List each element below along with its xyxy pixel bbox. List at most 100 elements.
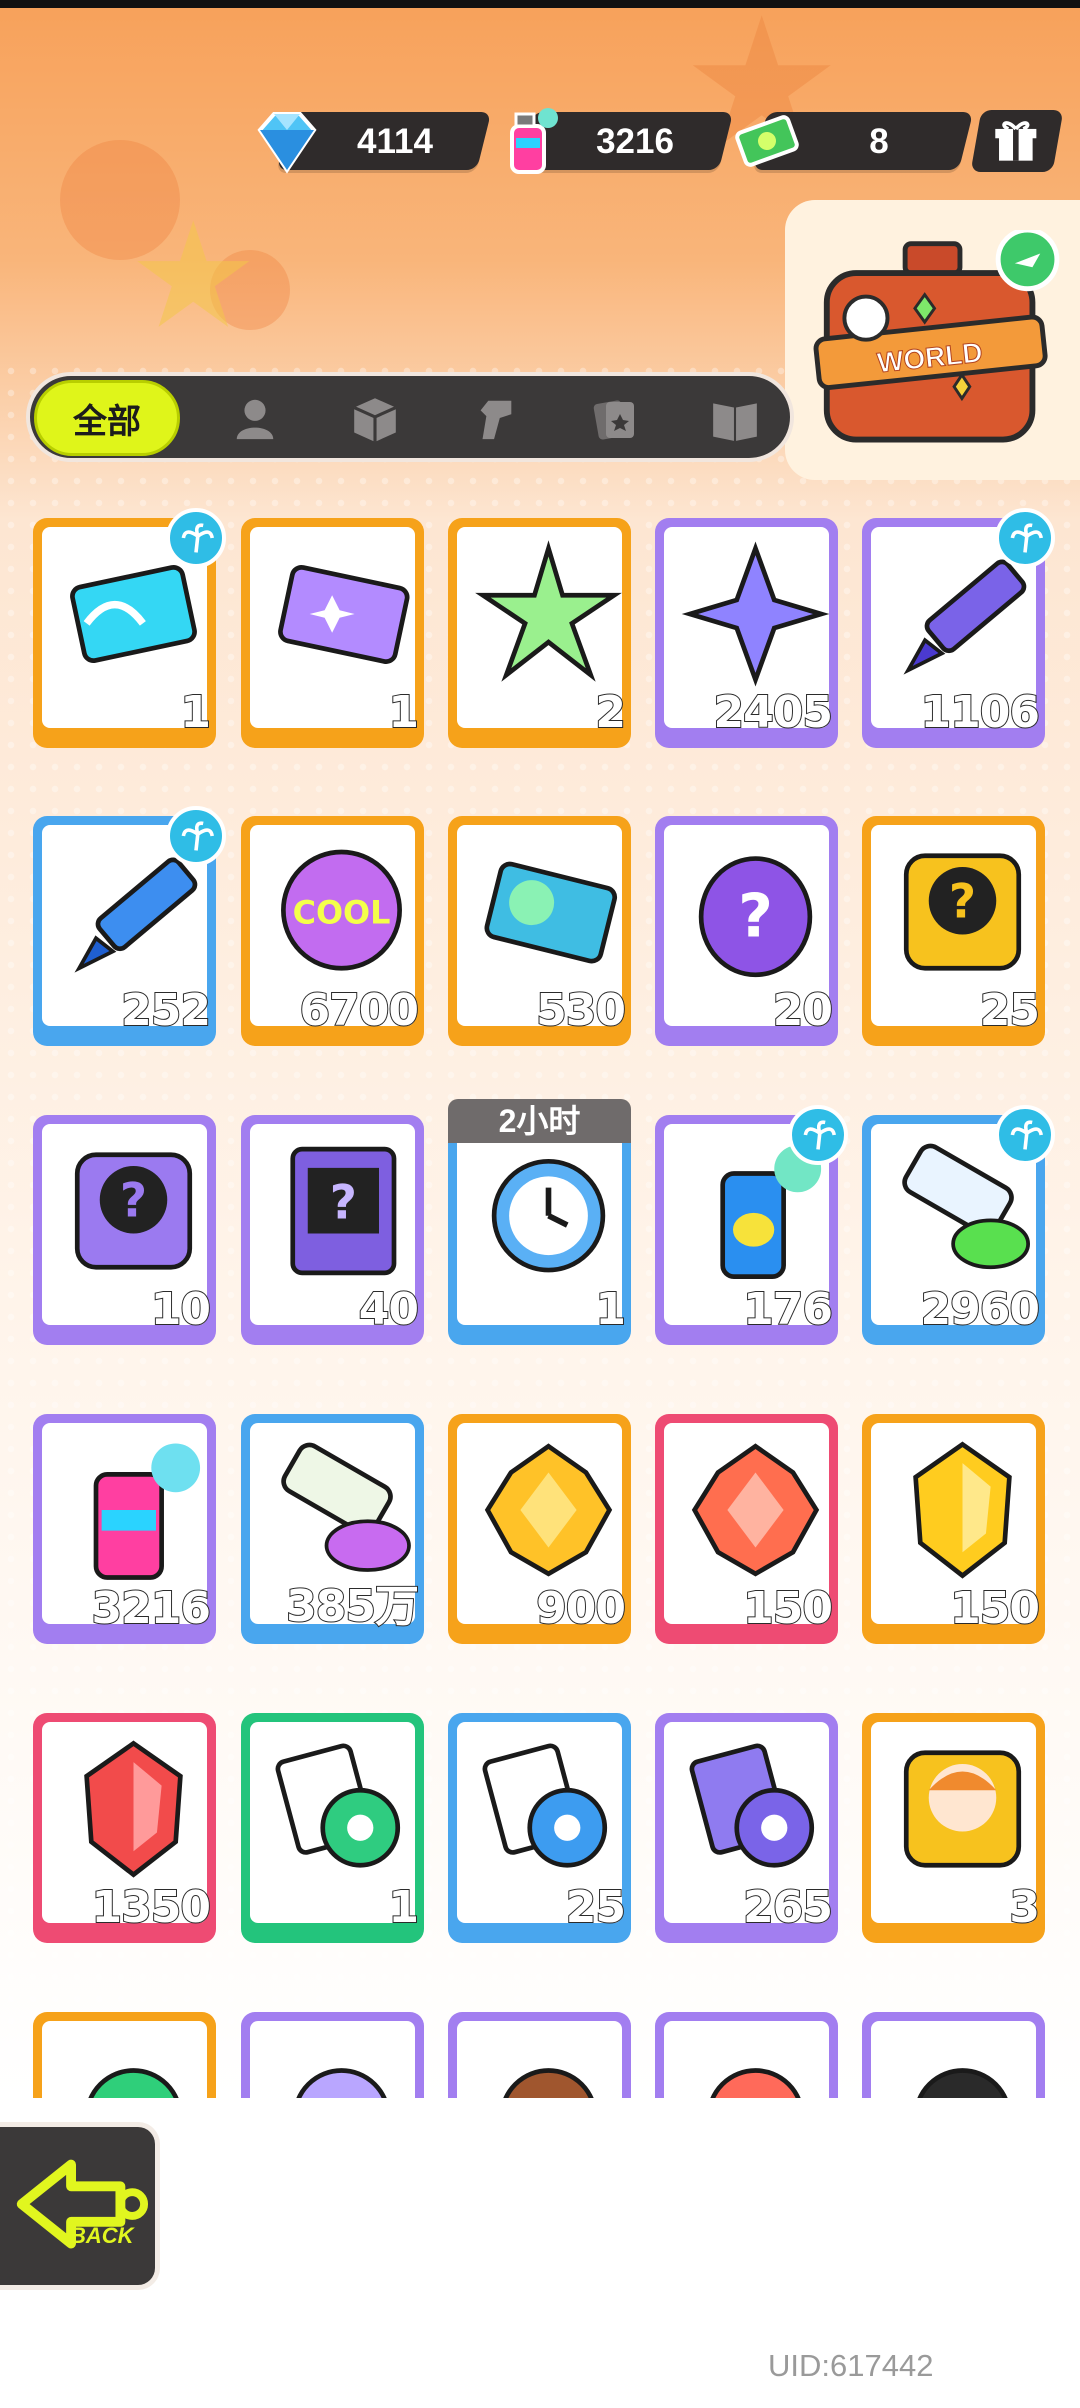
inventory-item[interactable]: 252 (33, 806, 226, 1046)
item-count: 900 (535, 1582, 627, 1635)
inventory-item[interactable]: ? 10 (33, 1115, 216, 1345)
tab-all[interactable]: 全部 (34, 380, 180, 456)
currency-spray-value: 3216 (596, 122, 674, 161)
inventory-item[interactable]: 176 (655, 1105, 848, 1345)
back-label: BACK (70, 2223, 134, 2248)
currency-diamond-value: 4114 (357, 122, 433, 161)
tab-characters[interactable] (200, 384, 310, 454)
green-tape-icon (275, 1743, 401, 1868)
gold-gem-icon (484, 1443, 613, 1577)
inventory-item[interactable]: 2405 (655, 518, 838, 748)
inventory-item[interactable]: 265 (655, 1713, 838, 1943)
inventory-item[interactable]: ? 40 (241, 1115, 424, 1345)
status-bar (0, 0, 1080, 8)
deity-ticket-icon (278, 565, 410, 664)
inventory-item[interactable]: 150 (655, 1414, 838, 1644)
tab-items[interactable] (320, 384, 430, 454)
season-ticket-icon (484, 861, 618, 964)
back-arrow-icon (16, 2159, 149, 2249)
palm-tree-icon (166, 508, 226, 568)
svg-text:?: ? (738, 881, 773, 951)
inventory-item[interactable]: 1350 (33, 1713, 216, 1943)
item-count: 150 (949, 1582, 1041, 1635)
user-id: UID:617442 (768, 2348, 934, 2383)
deity-avatar-icon (903, 1750, 1022, 1868)
tab-books[interactable] (680, 384, 790, 454)
rainbow-star-icon (475, 540, 622, 682)
inventory-item[interactable]: 3 (862, 1713, 1045, 1943)
currency-cash[interactable]: 8 (734, 112, 974, 170)
item-count: 1350 (91, 1881, 212, 1934)
item-count: 25 (979, 984, 1041, 1037)
currency-cash-value: 8 (869, 122, 889, 161)
yellow-crystal-icon (913, 1441, 1012, 1579)
inventory-item[interactable]: 2 (448, 518, 631, 748)
inventory-item[interactable]: 150 (862, 1414, 1045, 1644)
item-count: 252 (120, 984, 212, 1037)
purple-deity-puzzle-icon: ? (74, 1152, 193, 1270)
gift-box-icon (995, 121, 1037, 161)
palm-tree-icon (788, 1105, 848, 1165)
inventory-item[interactable]: 1 (33, 508, 226, 748)
svg-text:?: ? (949, 875, 976, 930)
palm-tree-icon (995, 508, 1055, 568)
svg-text:?: ? (330, 1176, 357, 1231)
spray-can-icon (510, 108, 558, 174)
item-count: 3216 (91, 1582, 212, 1635)
item-count: 1 (179, 686, 212, 739)
inventory-item[interactable]: 530 (448, 816, 631, 1046)
inventory-item[interactable]: 1106 (862, 508, 1055, 748)
inventory-item[interactable]: ? 25 (862, 816, 1045, 1046)
purple-tape-icon (689, 1743, 815, 1868)
item-count: 3 (1008, 1881, 1041, 1934)
item-count: 20 (772, 984, 834, 1037)
inventory-item[interactable]: ? 20 (655, 816, 838, 1046)
currency-spray[interactable]: 3216 (500, 108, 734, 174)
inventory-item[interactable]: 25 (448, 1713, 631, 1943)
cool-sticker-icon: COOL (281, 849, 402, 971)
inventory-item[interactable]: 1 (241, 518, 424, 748)
item-count: 2960 (920, 1283, 1041, 1336)
item-count: 25 (565, 1881, 627, 1934)
world-suitcase-button[interactable]: WORLD (785, 200, 1080, 480)
item-count: 1 (594, 1283, 627, 1336)
item-count: 150 (742, 1582, 834, 1635)
tab-weapons[interactable] (440, 384, 550, 454)
red-gem-icon (691, 1443, 820, 1577)
palm-tree-icon (166, 806, 226, 866)
back-button[interactable]: BACK (0, 2122, 160, 2290)
currency-diamond[interactable]: 4114 (257, 112, 492, 174)
pink-spray-can-icon (93, 1443, 201, 1580)
cash-icon (735, 115, 799, 167)
gift-button[interactable] (970, 110, 1064, 172)
inventory-item[interactable]: 2960 (862, 1105, 1055, 1345)
book-icon (713, 403, 757, 441)
blue-tape-icon (482, 1743, 608, 1868)
diamond-icon (257, 112, 317, 174)
item-count: 1106 (920, 686, 1041, 739)
item-count: 530 (535, 984, 627, 1037)
item-timer: 2小时 (448, 1099, 631, 1143)
item-count: 1 (387, 1881, 420, 1934)
inventory-item[interactable]: COOL 6700 (241, 816, 424, 1046)
item-count: 6700 (299, 984, 420, 1037)
item-count: 10 (150, 1283, 212, 1336)
item-count: 40 (358, 1283, 420, 1336)
inventory-item[interactable]: 900 (448, 1414, 631, 1644)
inventory-item[interactable]: 385万 (241, 1414, 424, 1644)
tab-cards[interactable] (560, 384, 670, 454)
item-count: 1 (387, 686, 420, 739)
item-count: 2405 (713, 686, 834, 739)
mystery-egg-icon: ? (698, 856, 813, 978)
inventory-item[interactable]: 1 2小时 (448, 1099, 631, 1345)
red-crystal-icon (84, 1740, 183, 1878)
bg-star-decoration: ★ (135, 203, 252, 349)
svg-text:?: ? (120, 1174, 147, 1229)
travel-card-puzzle-icon: ? (290, 1146, 397, 1276)
rainbow-paint-tube-icon (281, 1442, 411, 1572)
spray-gun-icon (480, 400, 512, 440)
gold-deity-puzzle-icon: ? (903, 853, 1022, 971)
inventory-item[interactable]: 1 (241, 1713, 424, 1943)
inventory-item[interactable]: 3216 (33, 1414, 216, 1644)
card-icon (593, 400, 634, 440)
